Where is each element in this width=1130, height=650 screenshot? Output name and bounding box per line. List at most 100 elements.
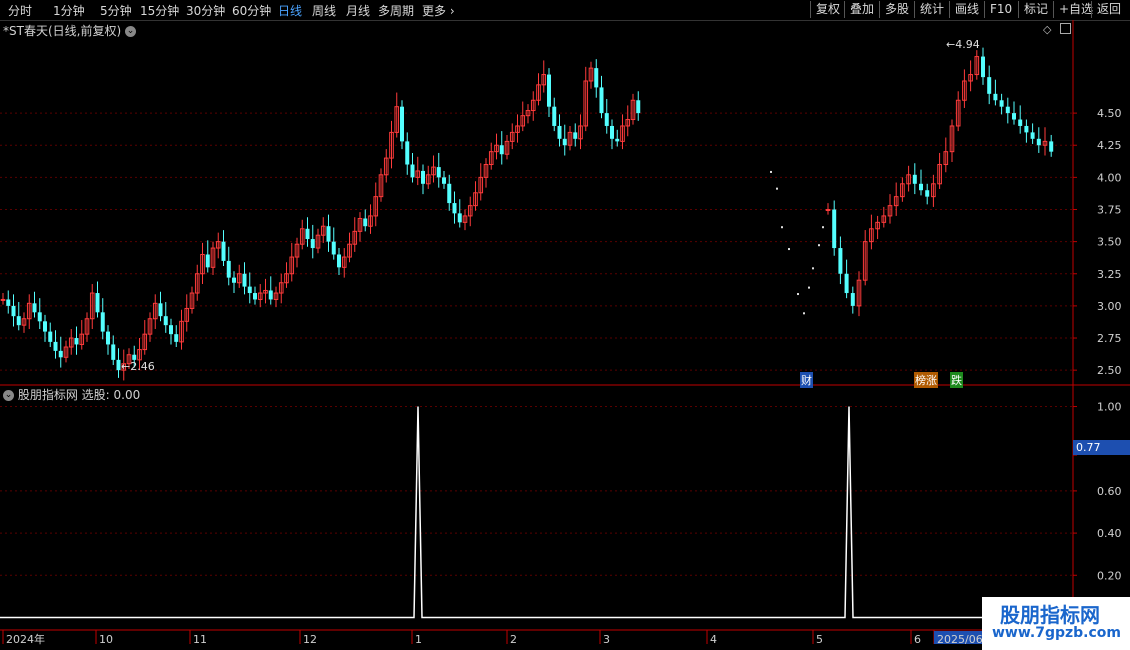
candle-body bbox=[0, 298, 6, 301]
period-tab-timeshare[interactable]: 分时 bbox=[8, 2, 32, 19]
watermark-title: 股朋指标网 bbox=[1000, 603, 1100, 627]
panel-toggle-icon[interactable] bbox=[1060, 23, 1071, 34]
candle-body bbox=[599, 87, 604, 114]
candle-body bbox=[84, 318, 90, 335]
candle-body bbox=[16, 316, 21, 326]
candle-body bbox=[838, 248, 843, 274]
diamond-icon[interactable]: ◇ bbox=[1043, 23, 1051, 36]
statistics-button[interactable]: 统计 bbox=[914, 1, 949, 18]
candle-body bbox=[620, 125, 625, 142]
rank-rise-tag[interactable]: 榜涨 bbox=[914, 372, 938, 388]
x-tick-label: 2025/06/ bbox=[937, 633, 987, 646]
candle-body bbox=[383, 157, 389, 176]
period-tab-5min[interactable]: 5分钟 bbox=[100, 2, 132, 19]
f10-button[interactable]: F10 bbox=[984, 1, 1017, 18]
period-tab-multi[interactable]: 多周期 bbox=[378, 2, 414, 19]
overlay-button[interactable]: 叠加 bbox=[844, 1, 879, 18]
candle-body bbox=[320, 225, 326, 236]
chevron-down-icon-indicator[interactable]: ⌄ bbox=[3, 390, 14, 401]
candle-body bbox=[357, 217, 363, 232]
candle-body bbox=[310, 239, 315, 249]
x-axis-labels: 2024年 10 11 12 1 2 3 4 5 6 2025/06/ bbox=[2, 630, 987, 646]
mark-button[interactable]: 标记 bbox=[1018, 1, 1053, 18]
candle-body bbox=[179, 320, 184, 343]
candle-body bbox=[573, 132, 578, 139]
candle-body bbox=[116, 359, 121, 371]
candle-body bbox=[373, 196, 379, 217]
candle-body bbox=[447, 183, 452, 204]
candle-body bbox=[562, 138, 567, 146]
candle-body bbox=[931, 183, 936, 198]
candle-body bbox=[1049, 141, 1054, 152]
back-button[interactable]: 返回 bbox=[1091, 1, 1126, 18]
y-tick-label: 3.75 bbox=[1097, 204, 1122, 217]
chart-canvas: 2.50 2.75 3.00 3.25 3.50 3.75 4.00 4.25 4.50 0.2… bbox=[0, 20, 1130, 646]
candle-body bbox=[999, 100, 1004, 107]
candle-body bbox=[205, 254, 210, 268]
candle-body bbox=[58, 350, 63, 358]
period-tab-daily[interactable]: 日线 bbox=[278, 2, 302, 19]
watermark-url: www.7gpzb.com bbox=[992, 625, 1122, 641]
candle-body bbox=[337, 254, 341, 268]
period-tab-more[interactable]: 更多 › bbox=[422, 2, 455, 19]
indicator-grid bbox=[0, 406, 1073, 576]
candle-body bbox=[163, 316, 168, 326]
period-tab-weekly[interactable]: 周线 bbox=[312, 2, 336, 19]
candle-body bbox=[174, 334, 179, 342]
candle-body bbox=[525, 110, 531, 117]
candle-dot bbox=[781, 226, 783, 229]
indicator-title: 股朋指标网 选股: 0.00 bbox=[17, 388, 141, 402]
candle-body bbox=[363, 218, 368, 227]
candle-body bbox=[594, 68, 599, 88]
axes bbox=[0, 20, 1130, 631]
candle-body bbox=[630, 99, 636, 121]
candle-body bbox=[457, 213, 462, 223]
candle-body bbox=[268, 290, 273, 300]
period-tab-1min[interactable]: 1分钟 bbox=[53, 2, 85, 19]
high-value: 4.94 bbox=[955, 38, 980, 51]
candle-body bbox=[100, 312, 105, 332]
finance-tag[interactable]: 财 bbox=[800, 372, 813, 388]
candle-body bbox=[625, 119, 631, 127]
candle-body bbox=[887, 205, 893, 217]
candle-body bbox=[578, 125, 583, 140]
watermark: 股朋指标网 www.7gpzb.com bbox=[982, 597, 1130, 650]
indicator-value-box: 0.77 bbox=[1073, 440, 1130, 455]
candle-body bbox=[341, 256, 347, 268]
chevron-down-icon[interactable]: ⌄ bbox=[124, 26, 136, 37]
candle-body bbox=[106, 331, 110, 345]
period-tab-15min[interactable]: 15分钟 bbox=[140, 2, 179, 19]
draw-line-button[interactable]: 画线 bbox=[949, 1, 984, 18]
chevron-right-icon: › bbox=[449, 4, 455, 18]
restore-rights-button[interactable]: 复权 bbox=[810, 1, 845, 18]
period-tab-monthly[interactable]: 月线 bbox=[346, 2, 370, 19]
candle-body bbox=[583, 80, 589, 127]
candle-body bbox=[1036, 138, 1041, 146]
drop-tag[interactable]: 跌 bbox=[950, 372, 963, 388]
candle-body bbox=[48, 331, 53, 342]
candlestick-series bbox=[0, 47, 1054, 381]
candle-body bbox=[236, 273, 242, 284]
multi-stock-button[interactable]: 多股 bbox=[879, 1, 914, 18]
candle-body bbox=[509, 131, 515, 142]
candle-body bbox=[881, 215, 887, 223]
y-tick-label: 0.20 bbox=[1097, 569, 1122, 582]
period-tab-30min[interactable]: 30分钟 bbox=[186, 2, 225, 19]
candle-body bbox=[147, 318, 153, 335]
period-tab-60min[interactable]: 60分钟 bbox=[232, 2, 271, 19]
x-tick-label: 10 bbox=[99, 633, 113, 646]
candle-body bbox=[421, 170, 425, 184]
candle-body bbox=[844, 273, 849, 294]
candle-body bbox=[949, 125, 955, 153]
candle-body bbox=[331, 241, 336, 255]
indicator-title-row: ⌄ 股朋指标网 选股: 0.00 bbox=[3, 386, 140, 403]
candle-body bbox=[184, 307, 190, 322]
candle-body bbox=[299, 228, 305, 245]
candle-body bbox=[850, 293, 855, 306]
y-tick-label: 1.00 bbox=[1097, 401, 1122, 414]
candle-body bbox=[431, 166, 436, 176]
candle-body bbox=[825, 209, 831, 211]
candle-body bbox=[536, 84, 541, 101]
y-tick-label: 4.00 bbox=[1097, 171, 1122, 184]
high-annotation: ←4.94 bbox=[946, 38, 980, 51]
